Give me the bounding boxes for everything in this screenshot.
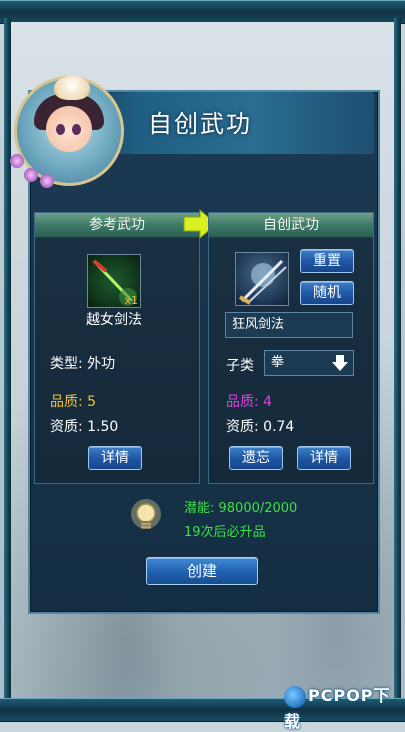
subtype-label: 子类: [226, 358, 254, 374]
skill-name-input[interactable]: 狂风剑法: [225, 312, 353, 338]
reset-button[interactable]: 重置: [300, 249, 354, 273]
subtype-dropdown[interactable]: 拳: [264, 350, 354, 376]
scroll-right-edge: [394, 18, 401, 702]
upgrade-hint: 19次后必升品: [184, 521, 266, 540]
custom-heading: 自创武功: [209, 213, 373, 238]
custom-detail-button[interactable]: 详情: [297, 446, 351, 470]
custom-aptitude: 资质: 0.74: [226, 419, 295, 435]
reference-aptitude: 资质: 1.50: [50, 419, 119, 435]
reference-type: 类型: 外功: [50, 356, 116, 372]
forget-button[interactable]: 遗忘: [229, 446, 283, 470]
flower-icon: [10, 154, 24, 168]
random-button[interactable]: 随机: [300, 281, 354, 305]
reference-skill-name: 越女剑法: [86, 312, 142, 328]
avatar-face: [46, 106, 92, 152]
upgrade-count: 19: [184, 525, 201, 540]
lightbulb-icon: [131, 499, 161, 529]
upgrade-mid-text: 次后必: [200, 525, 240, 540]
reference-quality: 品质: 5: [50, 394, 97, 410]
avatar-eye: [56, 124, 65, 135]
reference-detail-button[interactable]: 详情: [88, 446, 142, 470]
potential-label: 潜能: 98000/2000: [184, 501, 298, 516]
subtype-value: 拳: [271, 355, 285, 370]
pet-icon: [54, 76, 90, 100]
flower-icon: [40, 174, 54, 188]
flower-icon: [24, 168, 38, 182]
crossed-swords-icon: [238, 259, 287, 305]
create-button[interactable]: 创建: [146, 557, 258, 585]
upgrade-word: 升品: [239, 525, 266, 540]
watermark-logo-icon: [284, 685, 306, 708]
reference-skill-icon[interactable]: x1: [87, 254, 141, 308]
reference-heading: 参考武功: [35, 213, 199, 238]
custom-quality: 品质: 4: [226, 394, 273, 410]
count-badge: x1: [124, 294, 138, 307]
avatar-eye: [72, 124, 81, 135]
reference-skill-column: 参考武功: [34, 212, 200, 484]
watermark: PCPOP下载: [284, 682, 405, 731]
avatar: [6, 70, 124, 188]
down-arrow-icon: [332, 355, 348, 371]
page-title: 自创武功: [148, 110, 252, 138]
custom-skill-icon[interactable]: [235, 252, 289, 306]
scroll-top-rod: [0, 0, 405, 24]
